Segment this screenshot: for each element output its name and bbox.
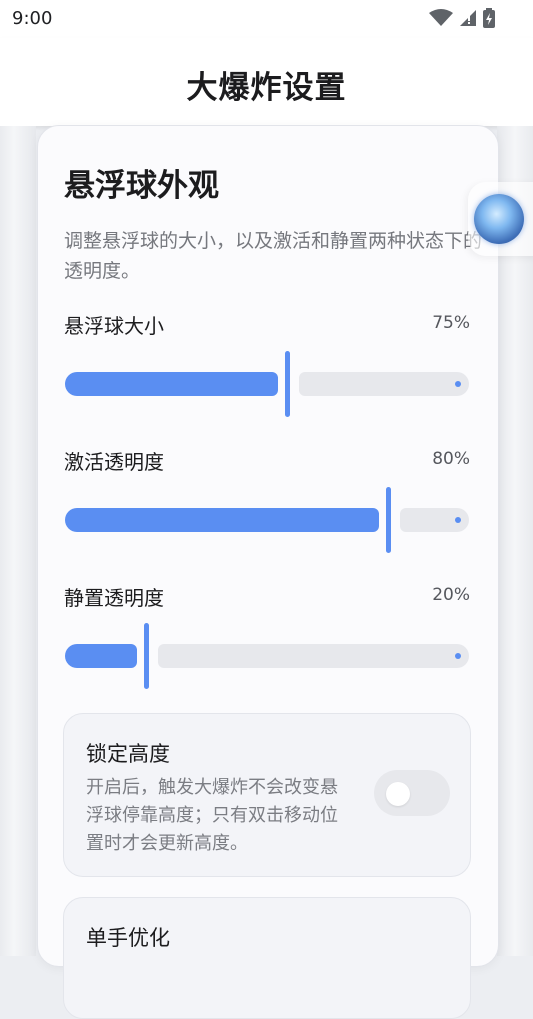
idle-opacity-slider-active-track <box>65 644 137 668</box>
floating-ball-dock <box>468 182 533 256</box>
one-hand-card[interactable]: 单手优化 <box>63 897 471 1019</box>
active-opacity-slider-thumb[interactable] <box>386 487 392 553</box>
size-slider-value: 75% <box>432 313 470 333</box>
idle-opacity-slider-thumb[interactable] <box>143 623 149 689</box>
background-edge-left <box>0 126 36 956</box>
battery-icon <box>483 8 495 32</box>
appearance-card: 悬浮球外观 调整悬浮球的大小，以及激活和静置两种状态下的透明度。 悬浮球大小 7… <box>37 125 499 1019</box>
lock-height-card: 锁定高度 开启后，触发大爆炸不会改变悬浮球停靠高度；只有双击移动位置时才会更新高… <box>63 713 471 877</box>
size-slider-active-track <box>65 372 279 396</box>
size-slider-label: 悬浮球大小 <box>64 314 164 338</box>
card-title: 悬浮球外观 <box>64 168 219 204</box>
size-slider-thumb[interactable] <box>285 351 291 417</box>
active-opacity-slider-label: 激活透明度 <box>64 450 164 474</box>
lock-height-description: 开启后，触发大爆炸不会改变悬浮球停靠高度；只有双击移动位置时才会更新高度。 <box>86 777 338 854</box>
status-icons <box>429 8 495 32</box>
idle-opacity-slider-stop-dot <box>455 653 461 659</box>
size-slider-inactive-track <box>299 372 469 396</box>
signal-icon <box>459 9 477 31</box>
wifi-icon <box>429 9 453 31</box>
toggle-knob <box>386 782 410 806</box>
idle-opacity-slider[interactable] <box>38 623 498 689</box>
active-opacity-slider-active-track <box>65 508 380 532</box>
status-time: 9:00 <box>12 8 53 29</box>
active-opacity-slider[interactable] <box>38 487 498 553</box>
floating-ball-icon[interactable] <box>474 194 524 244</box>
card-description: 调整悬浮球的大小，以及激活和静置两种状态下的透明度。 <box>64 230 483 282</box>
active-opacity-slider-value: 80% <box>432 449 470 469</box>
lock-height-title: 锁定高度 <box>86 742 170 766</box>
idle-opacity-slider-label: 静置透明度 <box>64 586 164 610</box>
status-bar: 9:00 <box>0 0 533 38</box>
idle-opacity-slider-value: 20% <box>432 585 470 605</box>
size-slider-stop-dot <box>455 381 461 387</box>
page-title: 大爆炸设置 <box>186 70 347 106</box>
size-slider[interactable] <box>38 351 498 417</box>
app-bar: 大爆炸设置 <box>0 38 533 126</box>
lock-height-toggle[interactable] <box>374 770 450 816</box>
active-opacity-slider-stop-dot <box>455 517 461 523</box>
idle-opacity-slider-inactive-track <box>157 644 469 668</box>
